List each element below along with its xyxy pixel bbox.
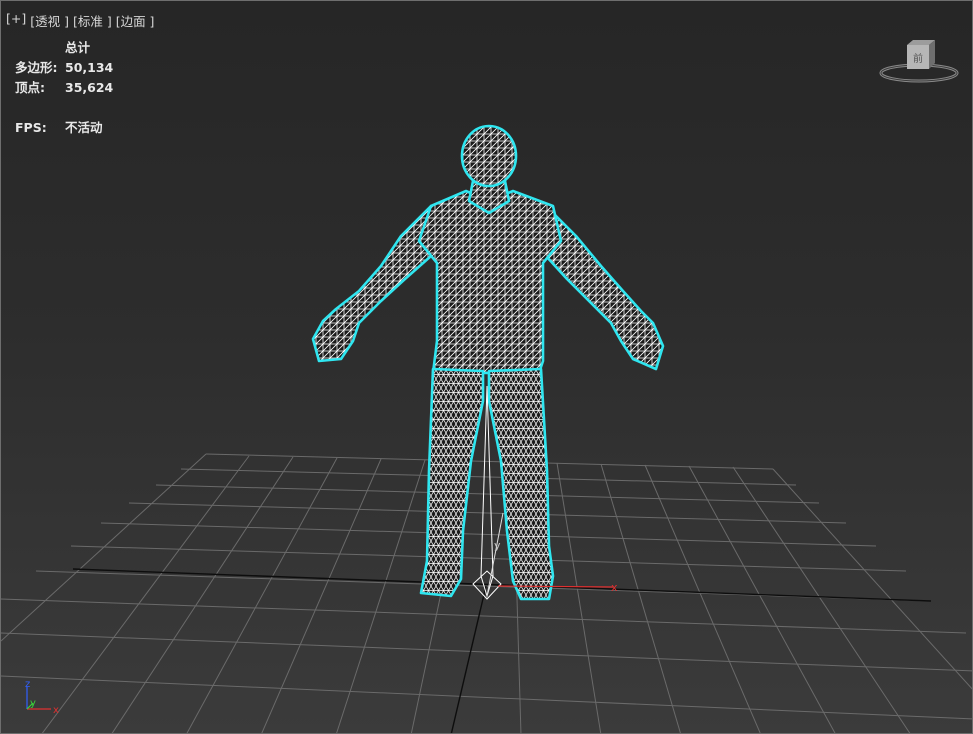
svg-text:z: z: [25, 679, 30, 690]
viewport-menu-point-of-view[interactable]: [透视 ]: [30, 11, 69, 30]
polygons-label: 多边形:: [15, 60, 58, 75]
scene-canvas[interactable]: x y: [1, 1, 973, 734]
vertices-label: 顶点:: [15, 80, 45, 95]
viewcube-front-label: 前: [913, 52, 923, 65]
svg-text:x: x: [611, 581, 618, 594]
perspective-viewport[interactable]: x y [+] [透视 ] [标准 ] [边面 ] 总计 多边形: 50,134…: [0, 0, 973, 734]
polygons-count: 50,134: [65, 60, 114, 75]
svg-text:y: y: [30, 698, 36, 709]
character-wireframe[interactable]: [311, 124, 665, 601]
fps-label: FPS:: [15, 120, 47, 135]
vertices-count: 35,624: [65, 80, 114, 95]
axis-tripod-icon: z x y: [25, 679, 59, 716]
grid-axis-lines: [72, 568, 932, 733]
svg-text:y: y: [494, 539, 501, 552]
viewport-label-menu: [+] [透视 ] [标准 ] [边面 ]: [6, 11, 154, 30]
viewport-menu-display-mode[interactable]: [边面 ]: [116, 11, 155, 30]
svg-text:x: x: [53, 705, 59, 716]
scene-statistics: 总计 多边形: 50,134 顶点: 35,624 FPS: 不活动: [15, 38, 113, 138]
viewport-menu-shading[interactable]: [标准 ]: [73, 11, 112, 30]
viewport-menu-general[interactable]: [+]: [6, 11, 26, 30]
stats-total-header: 总计: [65, 40, 91, 55]
viewcube-icon[interactable]: 前: [879, 37, 961, 89]
fps-value: 不活动: [65, 120, 103, 135]
